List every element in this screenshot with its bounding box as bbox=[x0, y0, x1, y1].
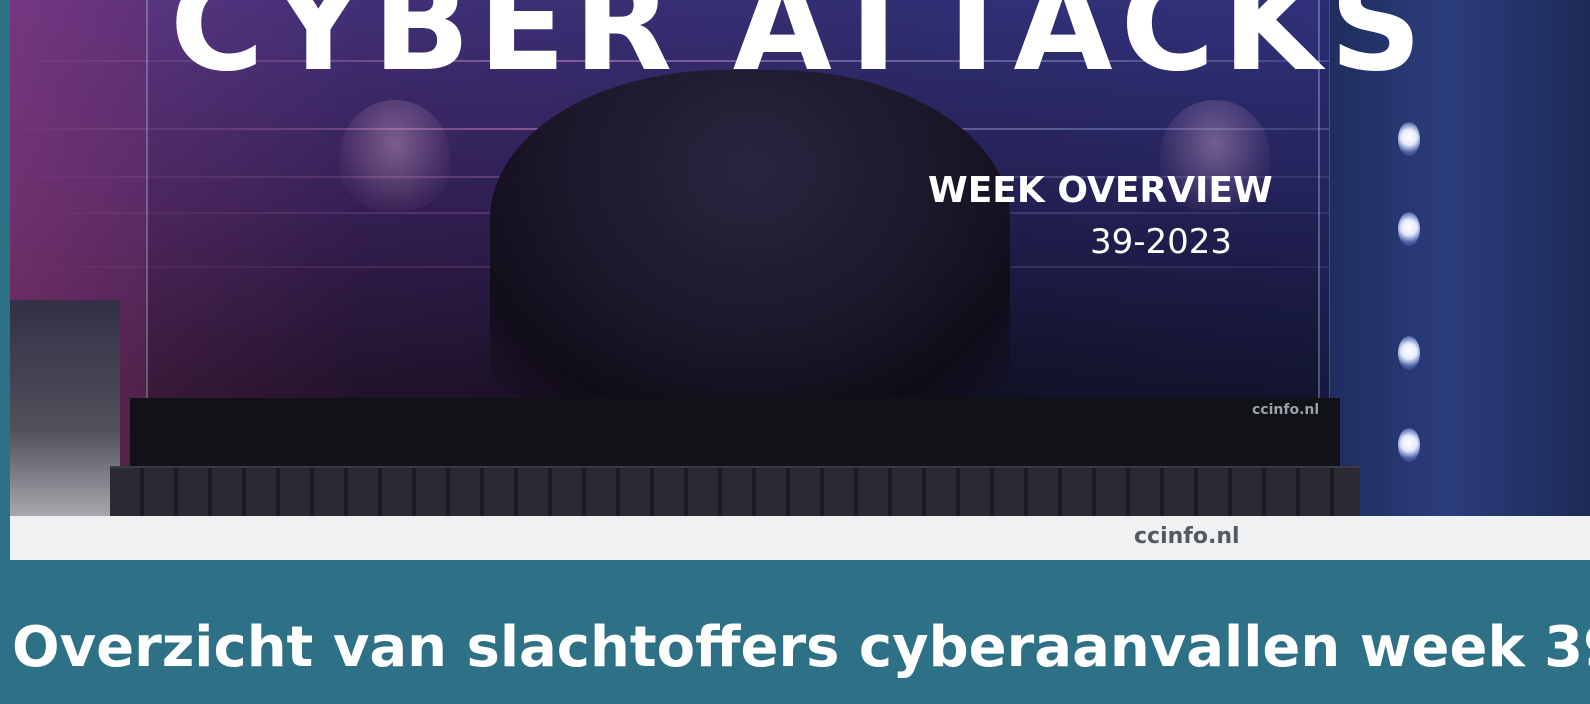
server-light bbox=[1398, 428, 1420, 462]
screen-watermark: ccinfo.nl bbox=[1252, 402, 1320, 418]
image-source-caption: ccinfo.nl bbox=[1134, 524, 1240, 549]
image-caption-bar: ccinfo.nl bbox=[10, 516, 1590, 560]
left-hand bbox=[340, 100, 450, 210]
hacker-scene-illustration: CYBER ATTACKS WEEK OVERVIEW 39-2023 ccin… bbox=[10, 0, 1590, 518]
laptop-bezel bbox=[130, 398, 1340, 468]
hero-image[interactable]: CYBER ATTACKS WEEK OVERVIEW 39-2023 ccin… bbox=[10, 0, 1590, 560]
article-page: CYBER ATTACKS WEEK OVERVIEW 39-2023 ccin… bbox=[0, 0, 1590, 704]
server-light bbox=[1398, 212, 1420, 246]
server-light bbox=[1398, 122, 1420, 156]
hero-subheadline: WEEK OVERVIEW bbox=[928, 170, 1273, 211]
hooded-hacker-figure bbox=[490, 70, 1010, 400]
hero-headline: CYBER ATTACKS bbox=[170, 0, 1430, 100]
laptop-keyboard bbox=[110, 466, 1360, 518]
server-light bbox=[1398, 336, 1420, 370]
hero-week-number: 39-2023 bbox=[1090, 222, 1233, 262]
article-title[interactable]: Overzicht van slachtoffers cyberaanvalle… bbox=[12, 614, 1590, 681]
desk-objects bbox=[10, 300, 120, 516]
